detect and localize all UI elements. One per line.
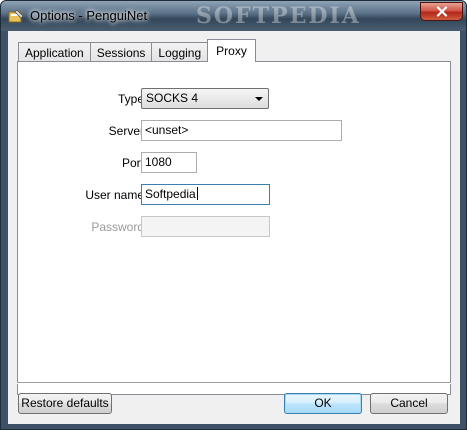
text-cursor	[196, 187, 198, 200]
server-label: Server	[108, 124, 144, 138]
close-icon	[436, 6, 447, 17]
title-bar[interactable]: Options - PenguiNet SOFTPEDIA	[1, 1, 466, 31]
tab-proxy[interactable]: Proxy	[207, 39, 256, 62]
password-label: Password	[91, 220, 144, 234]
tab-application[interactable]: Application	[18, 42, 91, 62]
window-title: Options - PenguiNet	[30, 8, 148, 23]
cancel-button[interactable]: Cancel	[370, 393, 448, 414]
tab-sessions[interactable]: Sessions	[89, 42, 153, 62]
type-select[interactable]: SOCKS 4	[141, 88, 269, 109]
close-button[interactable]	[420, 2, 463, 21]
watermark-text: SOFTPEDIA	[196, 3, 361, 29]
proxy-panel: Type SOCKS 4 Server <unset> Port 1080 Us…	[17, 61, 451, 395]
restore-defaults-button[interactable]: Restore defaults	[18, 393, 112, 414]
tab-logging[interactable]: Logging	[151, 42, 209, 62]
server-input[interactable]: <unset>	[141, 120, 342, 141]
password-input[interactable]	[141, 216, 270, 237]
username-input[interactable]: Softpedia	[141, 184, 270, 205]
type-label: Type	[117, 92, 144, 106]
dialog-body: Application Sessions Logging Proxy Type …	[8, 31, 460, 424]
options-window: Options - PenguiNet SOFTPEDIA Applicatio…	[0, 0, 467, 430]
app-icon	[8, 9, 24, 23]
port-label: Port	[121, 156, 144, 170]
port-input[interactable]: 1080	[141, 152, 197, 173]
chevron-down-icon	[255, 97, 263, 101]
footer-divider	[17, 382, 451, 384]
username-value: Softpedia	[145, 187, 196, 201]
type-select-value: SOCKS 4	[146, 91, 199, 105]
username-label: User name	[85, 188, 144, 202]
tab-strip: Application Sessions Logging Proxy	[18, 39, 256, 62]
ok-button[interactable]: OK	[284, 393, 362, 414]
